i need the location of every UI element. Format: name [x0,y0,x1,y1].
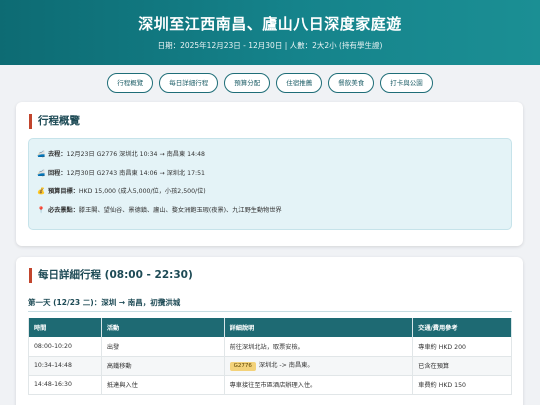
column-header-cost: 交通/費用參考 [412,318,512,337]
column-header-time: 時間 [28,318,102,337]
section-nav: 行程概覽 每日詳細行程 預算分配 住宿推薦 餐飲美食 打卡與公園 [0,73,540,93]
attractions-row: 📍 必去景點：滕王閣、望仙谷、景德鎮、廬山、婺女洲飽玉瑕(夜景)、九江野生動物世… [37,203,503,222]
detail-text: 專車接往至市區酒店辦理入住。 [229,382,317,389]
time-cell: 10:34-14:48 [28,356,102,376]
nav-overview-button[interactable]: 行程概覽 [107,73,154,93]
attractions-text: 滕王閣、望仙谷、景德鎮、廬山、婺女洲飽玉瑕(夜景)、九江野生動物世界 [78,206,282,214]
return-label: 回程： [47,169,67,177]
activity-cell: 出發 [101,337,225,357]
detail-text: 前往深圳北站，取票安檢。 [229,343,304,351]
day1-table: 時間 活動 詳細說明 交通/費用參考 08:00-10:20 出發 前往深圳北站… [28,318,512,395]
itinerary-card: 每日詳細行程 (08:00 - 22:30) 第一天 (12/23 二)：深圳 … [16,257,523,405]
nav-budget-button[interactable]: 預算分配 [224,73,271,93]
detail-cell: 專車接往至市區酒店辦理入住。 [224,375,414,395]
cost-cell: 已含在預算 [412,356,512,376]
column-header-detail: 詳細說明 [224,318,414,337]
trip-subtitle: 日期：2025年12月23日 - 12月30日 | 人數：2大2小 (持有學生證… [157,41,383,50]
table-row: 14:48-16:30 抵達與入住 專車接往至市區酒店辦理入住。 車費約 HKD… [28,375,512,395]
overview-box: 🚄 去程：12月23日 G2776 深圳北 10:34 → 南昌東 14:48 … [28,138,512,230]
time-cell: 08:00-10:20 [28,337,102,357]
page-header: 深圳至江西南昌、廬山八日深度家庭遊 日期：2025年12月23日 - 12月30… [0,0,540,65]
time-cell: 14:48-16:30 [28,375,102,395]
outbound-row: 🚄 去程：12月23日 G2776 深圳北 10:34 → 南昌東 14:48 [37,147,503,166]
cost-cell: 專車約 HKD 200 [412,337,512,357]
activity-cell: 抵達與入住 [101,375,225,395]
nav-daily-itinerary-button[interactable]: 每日詳細行程 [159,73,219,93]
overview-title: 行程概覽 [29,114,80,129]
detail-cell: 前往深圳北站，取票安檢。 [224,337,414,357]
cost-cell: 車費約 HKD 150 [412,375,512,395]
divider [28,311,512,312]
overview-card: 行程概覽 🚄 去程：12月23日 G2776 深圳北 10:34 → 南昌東 1… [16,102,523,246]
column-header-activity: 活動 [101,318,225,337]
table-header-row: 時間 活動 詳細說明 交通/費用參考 [28,318,512,337]
nav-accommodation-button[interactable]: 住宿推薦 [276,73,323,93]
detail-text: 深圳北 -> 南昌東。 [258,362,314,369]
page-title: 深圳至江西南昌、廬山八日深度家庭遊 [138,15,402,33]
day1-title: 第一天 (12/23 二)：深圳 → 南昌，初攬洪城 [28,298,181,307]
pin-icon: 📍 [37,205,46,214]
attractions-label: 必去景點： [47,206,79,214]
outbound-label: 去程： [47,151,67,158]
itinerary-title: 每日詳細行程 (08:00 - 22:30) [29,268,193,283]
budget-text: HKD 15,000 (成人5,000/位，小孩2,500/位) [78,188,206,195]
train-icon: 🚄 [37,168,46,177]
detail-cell: G2776 深圳北 -> 南昌東。 [224,356,414,376]
table-row: 08:00-10:20 出發 前往深圳北站，取票安檢。 專車約 HKD 200 [28,337,512,357]
table-row: 10:34-14:48 高鐵移動 G2776 深圳北 -> 南昌東。 已含在預算 [28,356,512,376]
budget-label: 預算目標： [47,188,79,195]
activity-cell: 高鐵移動 [101,356,225,376]
return-text: 12月30日 G2743 南昌東 14:06 → 深圳北 17:51 [66,169,205,177]
money-bag-icon: 💰 [37,187,46,195]
outbound-text: 12月23日 G2776 深圳北 10:34 → 南昌東 14:48 [66,151,205,158]
return-row: 🚄 回程：12月30日 G2743 南昌東 14:06 → 深圳北 17:51 [37,166,503,185]
budget-row: 💰 預算目標：HKD 15,000 (成人5,000/位，小孩2,500/位) [37,184,503,203]
train-number-badge: G2776 [229,362,256,371]
train-icon: 🚄 [37,150,46,158]
nav-checkin-parks-button[interactable]: 打卡與公園 [380,73,433,93]
nav-dining-button[interactable]: 餐飲美食 [328,73,375,93]
